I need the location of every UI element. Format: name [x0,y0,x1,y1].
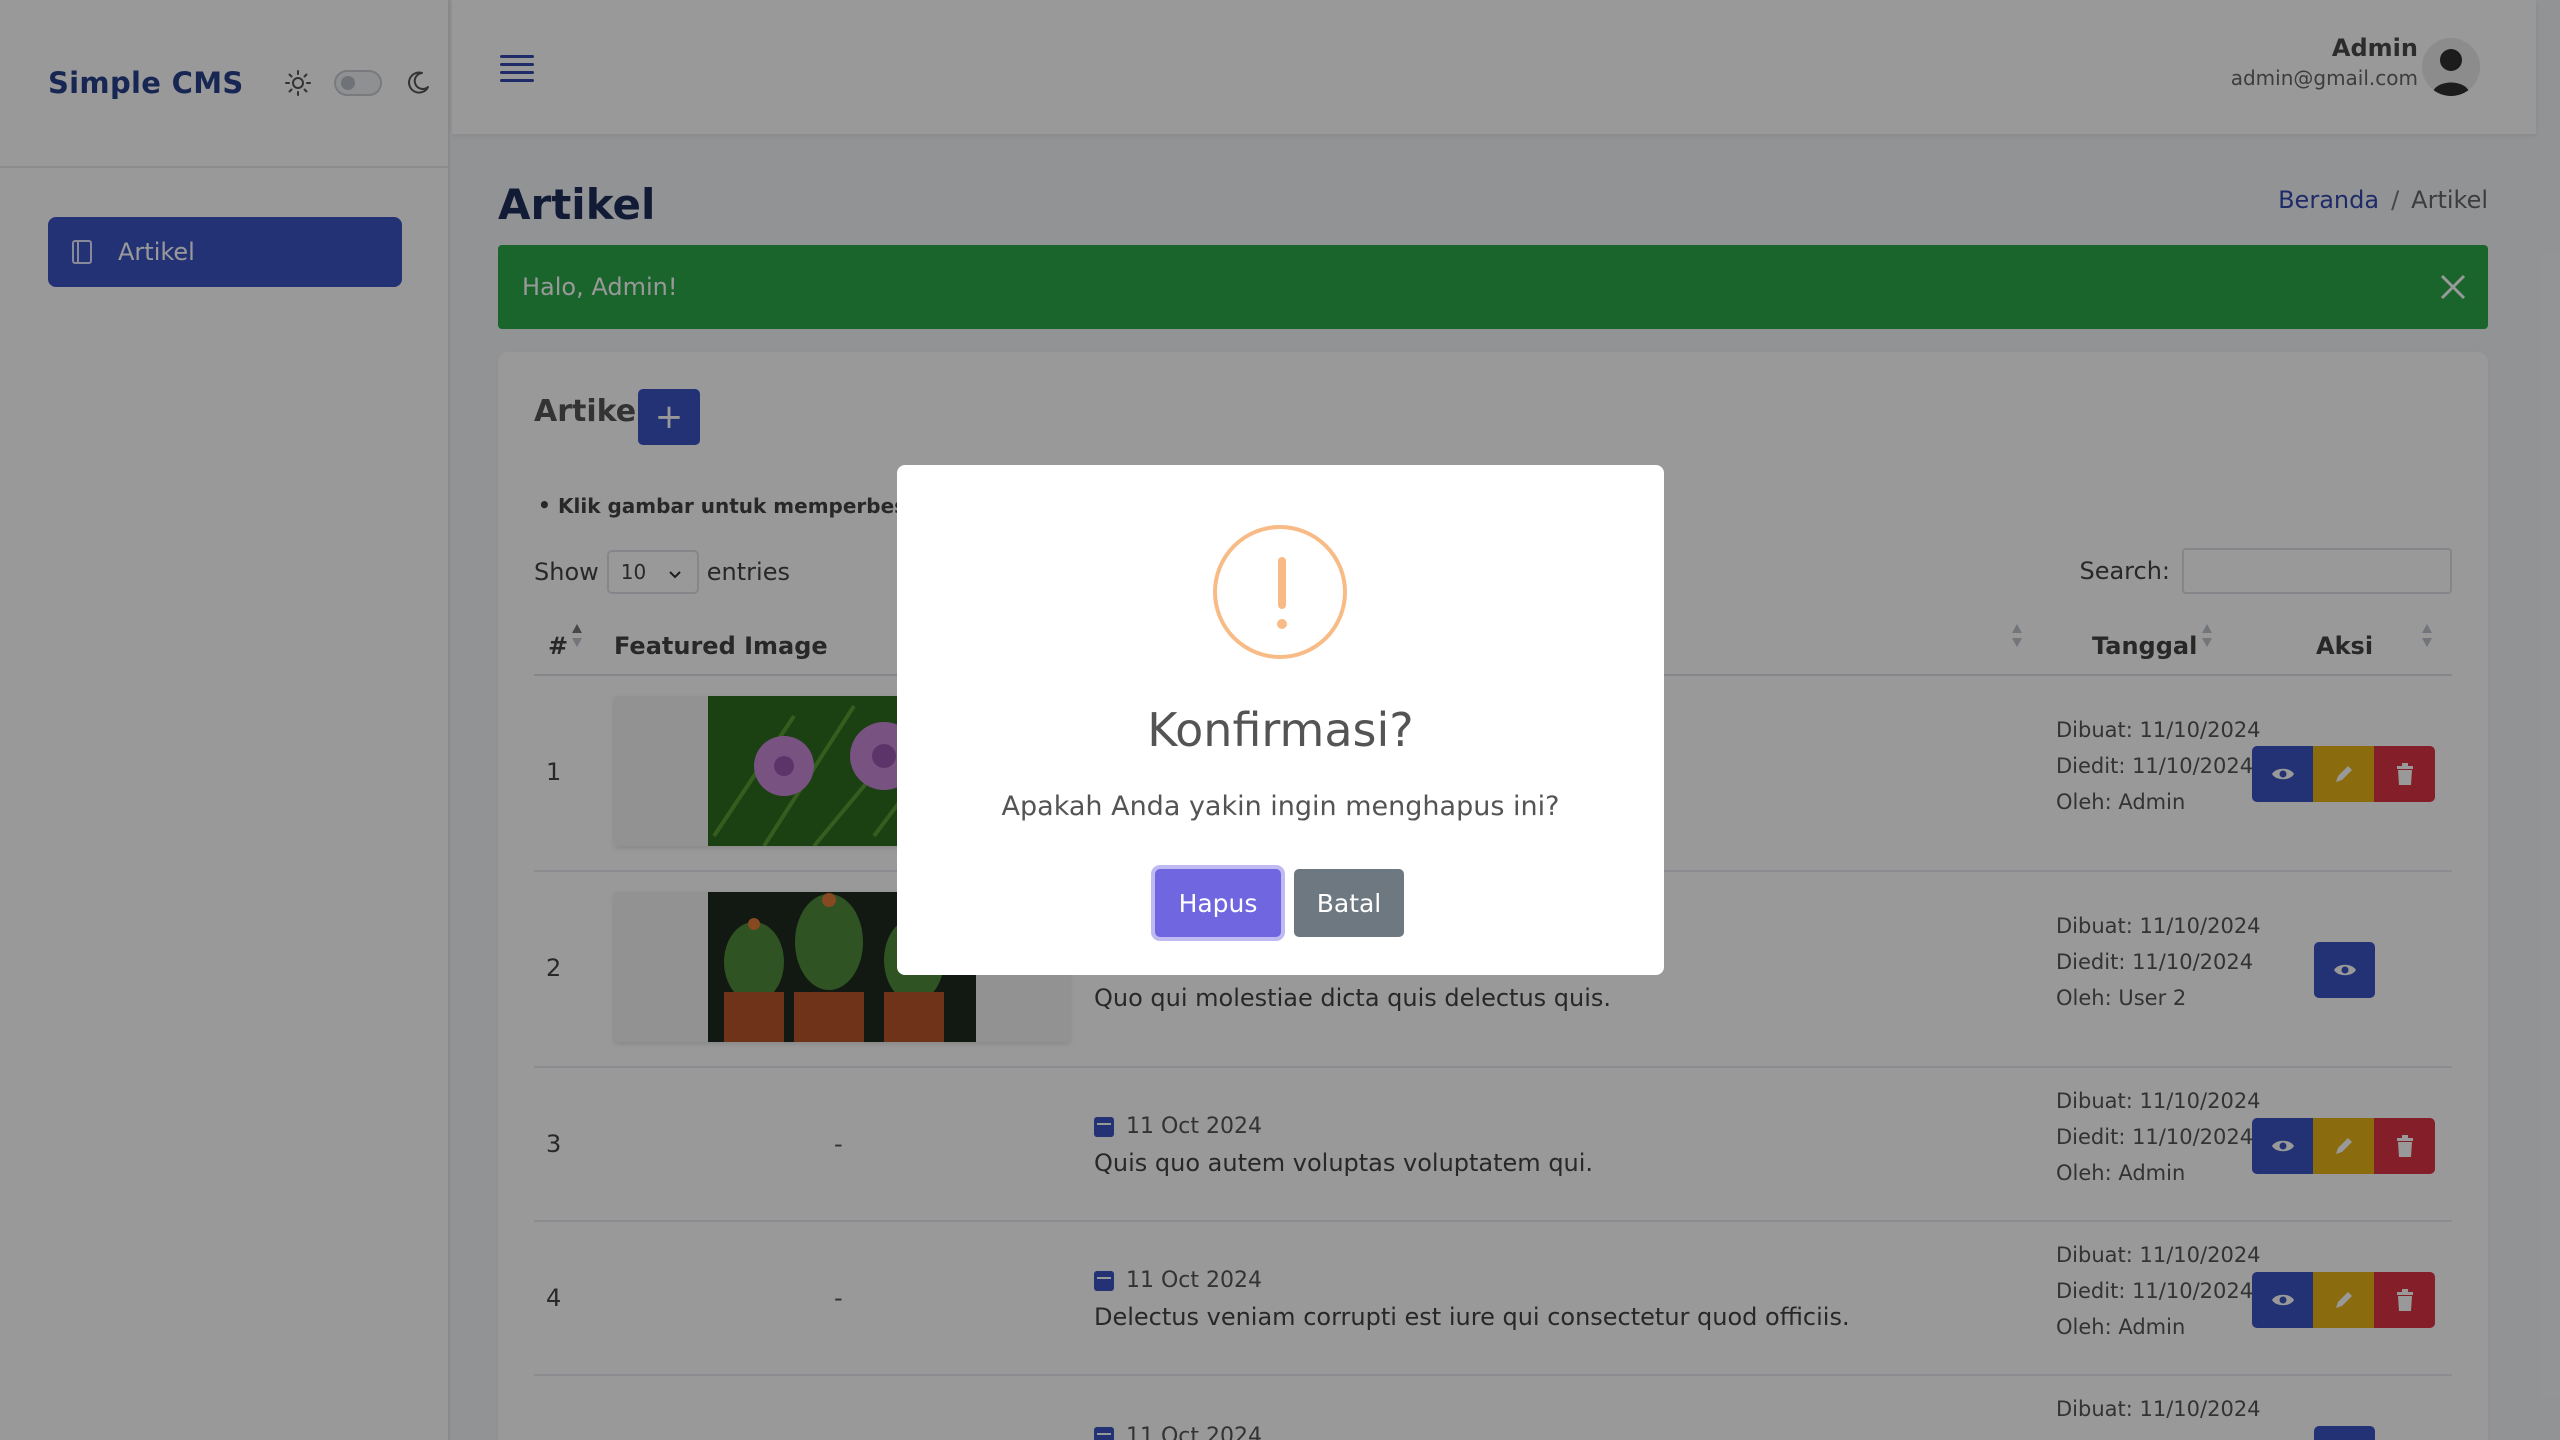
dialog-title: Konfirmasi? [1147,703,1414,757]
confirm-delete-button[interactable]: Hapus [1155,869,1281,937]
confirm-dialog: Konfirmasi? Apakah Anda yakin ingin meng… [897,465,1664,975]
warning-icon [1213,525,1347,659]
cancel-button[interactable]: Batal [1294,869,1404,937]
dialog-message: Apakah Anda yakin ingin menghapus ini? [1001,791,1560,822]
